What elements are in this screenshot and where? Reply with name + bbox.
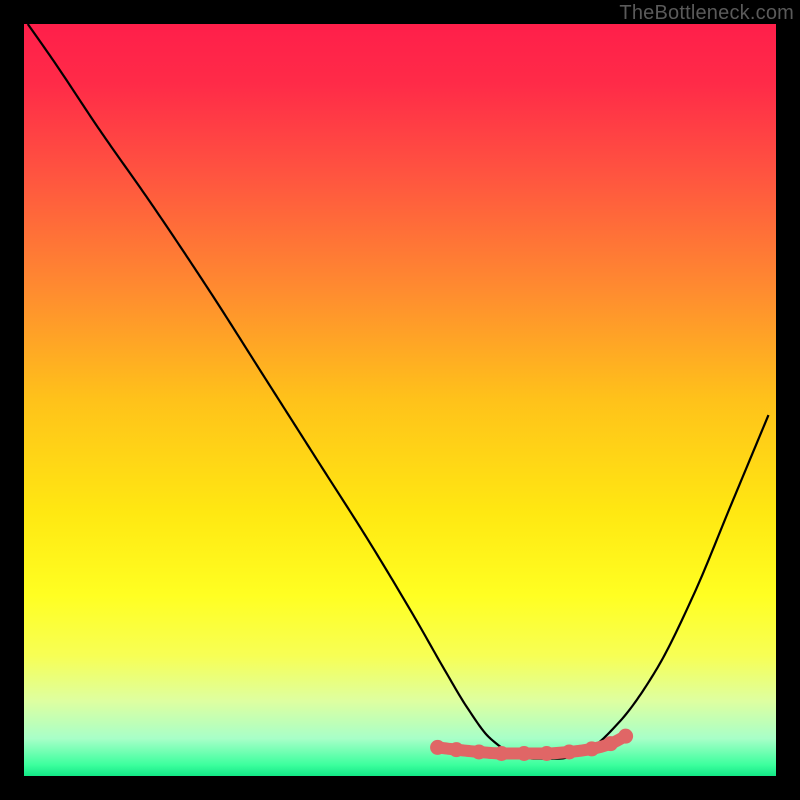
bottleneck-curve: [28, 24, 769, 759]
highlight-marker: [603, 736, 618, 751]
highlight-marker: [618, 729, 633, 744]
highlight-marker: [494, 746, 509, 761]
plot-area: [24, 24, 776, 776]
highlight-marker: [584, 741, 599, 756]
watermark-text: TheBottleneck.com: [619, 2, 794, 25]
highlight-marker: [471, 744, 486, 759]
highlight-markers: [430, 729, 633, 761]
highlight-marker: [449, 742, 464, 757]
curve-layer: [24, 24, 776, 776]
highlight-marker: [430, 740, 445, 755]
highlight-marker: [539, 746, 554, 761]
chart-frame: TheBottleneck.com: [0, 0, 800, 800]
highlight-marker: [562, 744, 577, 759]
highlight-marker: [517, 746, 532, 761]
